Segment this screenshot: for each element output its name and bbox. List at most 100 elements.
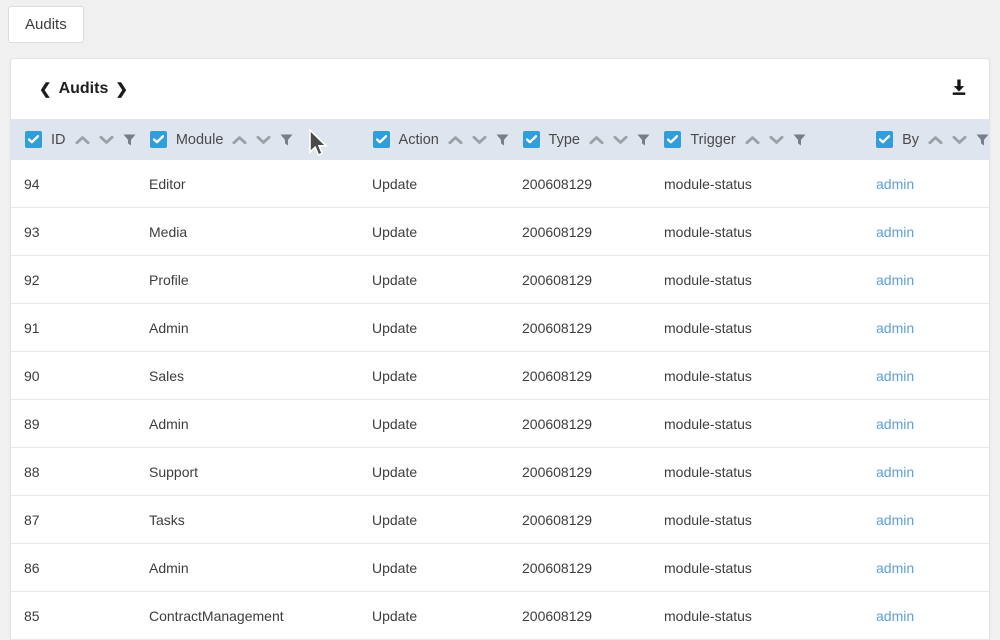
cell-module: ContractManagement [136,608,359,624]
table-row: 93MediaUpdate200608129module-status admin [11,208,989,256]
user-link[interactable]: admin [876,512,914,528]
sort-asc-icon-type[interactable] [589,135,604,145]
cell-trigger: module-status [651,608,863,624]
cell-module: Editor [136,176,359,192]
sort-asc-icon-by[interactable] [928,135,943,145]
table-row: 91AdminUpdate200608129module-statusadmin [11,304,989,352]
sort-desc-icon-id[interactable] [99,135,114,145]
cell-type: 200608129 [509,560,651,576]
cell-trigger: module-status [651,416,863,432]
cell-type: 200608129 [509,416,651,432]
user-link[interactable]: admin [876,272,914,288]
cell-module: Media [136,224,359,240]
cell-by: admin [863,272,989,288]
table-row: 88SupportUpdate200608129module-statusadm… [11,448,989,496]
user-link[interactable]: admin [876,224,914,240]
column-label-action: Action [399,132,439,148]
column-checkbox-module[interactable] [150,131,167,148]
table-row: 89AdminUpdate200608129module-statusadmin [11,400,989,448]
sort-desc-icon-type[interactable] [613,135,628,145]
column-checkbox-type[interactable] [523,131,540,148]
cell-trigger: module-status [651,512,863,528]
cell-id: 92 [11,272,136,288]
column-checkbox-action[interactable] [373,131,390,148]
user-link[interactable]: admin [876,176,914,192]
cell-by: admin [863,608,989,624]
cell-type: 200608129 [509,224,651,240]
sort-desc-icon-action[interactable] [472,135,487,145]
chevron-left-icon[interactable]: ❮ [39,82,52,97]
cell-type: 200608129 [509,272,651,288]
filter-icon-id[interactable] [123,134,136,146]
cell-by: admin [863,560,989,576]
sort-asc-icon-action[interactable] [448,135,463,145]
column-checkbox-id[interactable] [25,131,42,148]
tab-audits[interactable]: Audits [8,6,84,43]
user-link[interactable]: admin [876,416,914,432]
cell-module: Admin [136,416,359,432]
table-body: 94EditorUpdate200608129module-statusadmi… [11,160,989,640]
cell-action: Update [359,608,509,624]
cell-action: Update [359,368,509,384]
table-row: 87TasksUpdate200608129module-statusadmin [11,496,989,544]
sort-desc-icon-by[interactable] [952,135,967,145]
filter-icon-trigger[interactable] [793,134,806,146]
user-link[interactable]: admin [876,464,914,480]
cell-id: 87 [11,512,136,528]
user-link[interactable]: admin [876,320,914,336]
sort-desc-icon-module[interactable] [256,135,271,145]
cell-action: Update [359,560,509,576]
filter-icon-module[interactable] [280,134,293,146]
cell-id: 93 [11,224,136,240]
download-icon [949,77,969,102]
audits-card: ❮ Audits ❯ ID Module Action Type Trigger By 9… [10,58,990,640]
filter-icon-type[interactable] [637,134,650,146]
user-link[interactable]: admin [876,368,914,384]
sort-asc-icon-module[interactable] [232,135,247,145]
cell-by: admin [863,320,989,336]
column-label-module: Module [176,132,224,148]
cell-type: 200608129 [509,608,651,624]
column-label-trigger: Trigger [690,132,735,148]
cell-action: Update [359,416,509,432]
cell-type: 200608129 [509,176,651,192]
cell-by: admin [863,368,989,384]
download-button[interactable] [949,77,969,102]
cell-module: Support [136,464,359,480]
table-row: 85ContractManagementUpdate200608129modul… [11,592,989,640]
cell-type: 200608129 [509,320,651,336]
page-title: Audits [59,80,109,98]
cell-id: 86 [11,560,136,576]
cell-action: Update [359,224,509,240]
sort-asc-icon-id[interactable] [75,135,90,145]
column-checkbox-by[interactable] [876,131,893,148]
chevron-right-icon[interactable]: ❯ [115,82,128,97]
column-label-id: ID [51,132,66,148]
user-link[interactable]: admin [876,560,914,576]
cell-type: 200608129 [509,368,651,384]
cell-id: 85 [11,608,136,624]
filter-icon-action[interactable] [496,134,509,146]
breadcrumb: ❮ Audits ❯ [39,80,128,98]
cell-action: Update [359,512,509,528]
column-header-type: Type [509,119,651,160]
tab-audits-label: Audits [25,16,67,33]
cell-by: admin [863,464,989,480]
sort-asc-icon-trigger[interactable] [745,135,760,145]
column-checkbox-trigger[interactable] [664,131,681,148]
column-header-by: By [862,119,989,160]
cell-id: 88 [11,464,136,480]
table-row: 90SalesUpdate200608129module-statusadmin [11,352,989,400]
sort-desc-icon-trigger[interactable] [769,135,784,145]
filter-icon-by[interactable] [976,134,989,146]
cell-module: Admin [136,320,359,336]
cell-id: 94 [11,176,136,192]
cell-trigger: module-status [651,224,863,240]
cell-module: Admin [136,560,359,576]
column-header-id: ID [11,119,136,160]
column-header-module: Module [136,119,359,160]
cell-trigger: module-status [651,272,863,288]
user-link[interactable]: admin [876,608,914,624]
cell-id: 90 [11,368,136,384]
cell-trigger: module-status [651,368,863,384]
